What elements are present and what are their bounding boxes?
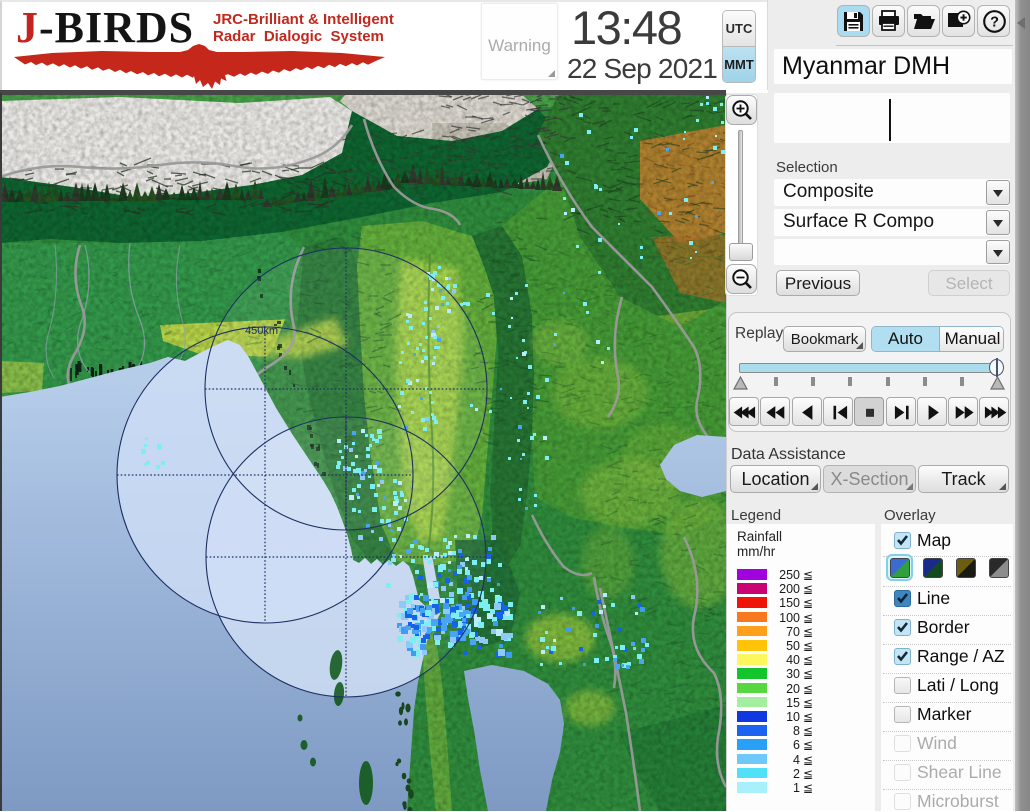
- svg-text:450km: 450km: [245, 325, 278, 337]
- svg-text:?: ?: [990, 15, 999, 31]
